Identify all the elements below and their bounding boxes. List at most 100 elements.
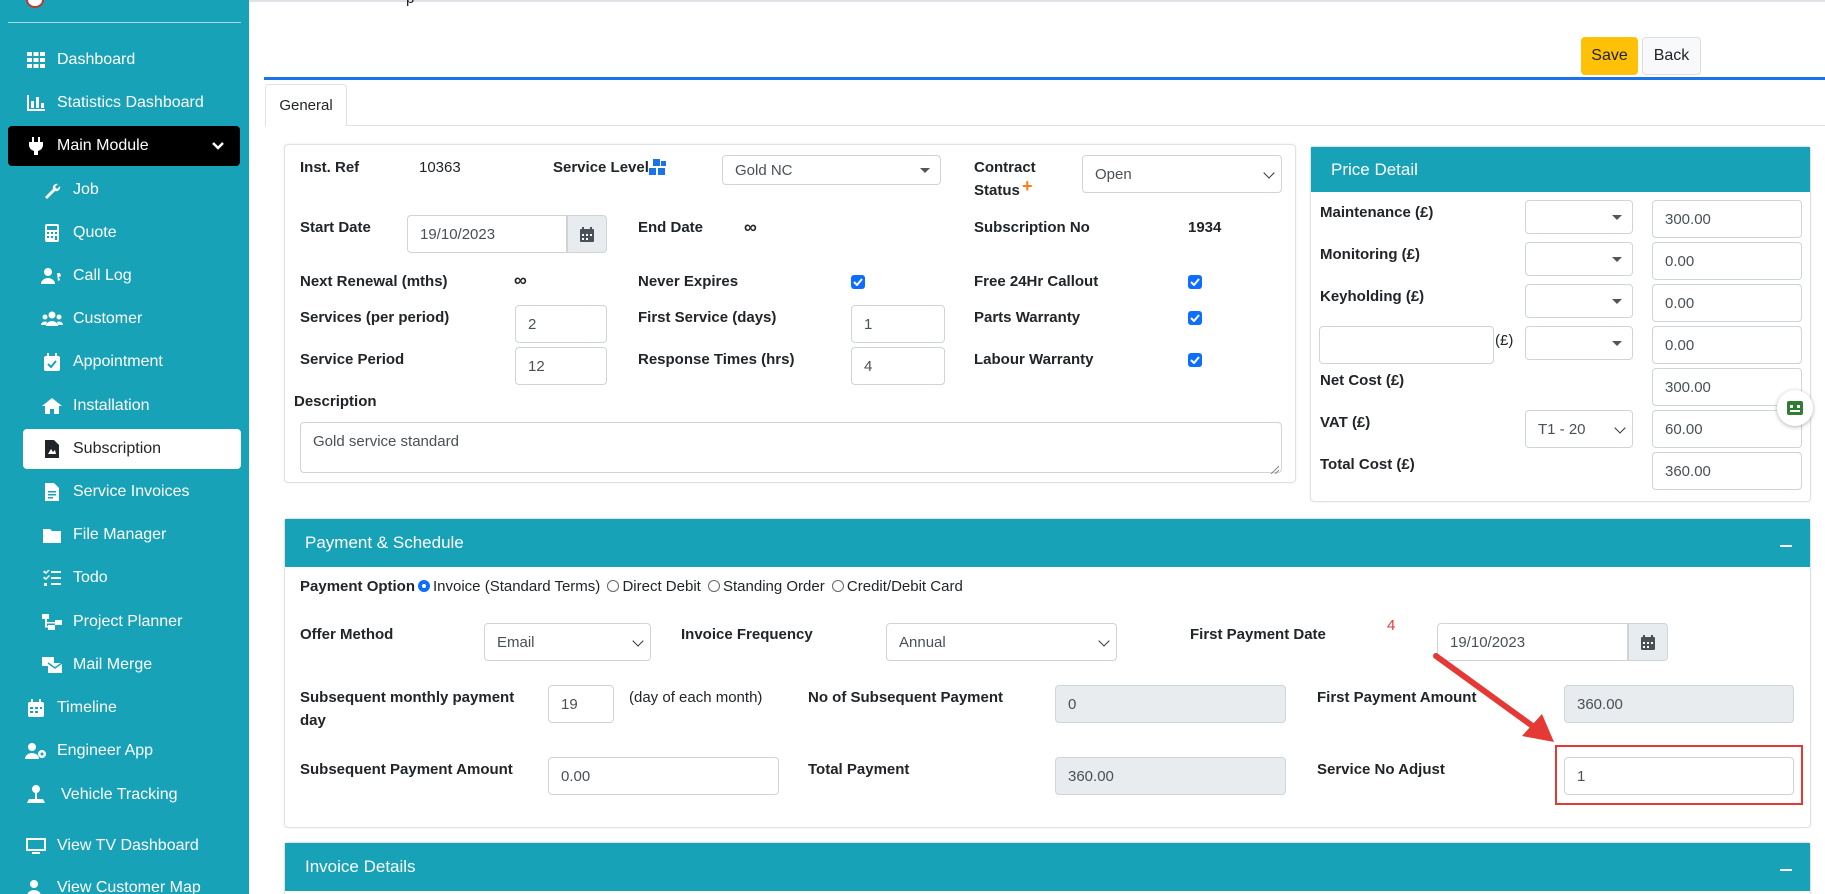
floating-widget-button[interactable] (1777, 390, 1813, 426)
maintenance-select[interactable] (1525, 200, 1633, 234)
save-button[interactable]: Save (1581, 37, 1638, 75)
response-times-input[interactable]: 4 (851, 347, 945, 385)
subsequent-day-hint: (day of each month) (629, 689, 763, 706)
top-border (249, 0, 1825, 2)
invoice-details-title: Invoice Details (305, 857, 416, 876)
widget-icon (1787, 401, 1803, 415)
offer-method-select[interactable]: Email (484, 623, 651, 661)
start-date-calendar-button[interactable] (567, 215, 607, 253)
sidebar-item-project-planner[interactable]: Project Planner (8, 602, 240, 642)
custom-charge-select[interactable] (1525, 326, 1633, 360)
next-renewal-label: Next Renewal (mths) (300, 273, 448, 290)
sidebar-item-quote[interactable]: Quote (8, 213, 240, 253)
tab-general[interactable]: General (265, 84, 347, 126)
custom-charge-name-input[interactable] (1319, 326, 1494, 364)
inst-ref-label: Inst. Ref (300, 159, 360, 176)
sitemap-icon (41, 613, 63, 631)
sidebar-item-view-customer-map[interactable]: View Customer Map (8, 868, 240, 894)
subsequent-day-input[interactable]: 19 (548, 685, 614, 723)
sidebar-item-label: View TV Dashboard (57, 837, 199, 854)
radio-invoice-label: Invoice (Standard Terms) (433, 578, 601, 595)
sidebar-item-label: Call Log (73, 267, 132, 284)
calendar-check-icon (41, 353, 63, 371)
sidebar-item-label: File Manager (73, 526, 167, 543)
calendar-icon (1641, 634, 1655, 650)
radio-credit-debit-card[interactable]: Credit/Debit Card (831, 578, 963, 595)
parts-warranty-checkbox[interactable] (1188, 311, 1202, 325)
sidebar-item-dashboard[interactable]: Dashboard (8, 40, 240, 80)
user-gear-icon (25, 742, 47, 760)
service-level-value: Gold NC (735, 161, 793, 179)
radio-invoice-standard-terms[interactable]: Invoice (Standard Terms) (418, 578, 600, 595)
sidebar-item-mail-merge[interactable]: Mail Merge (8, 645, 240, 685)
keyholding-label: Keyholding (£) (1320, 288, 1425, 305)
sidebar-item-view-tv-dashboard[interactable]: View TV Dashboard (8, 826, 240, 866)
never-expires-checkbox[interactable] (851, 275, 865, 289)
invoice-frequency-value: Annual (899, 633, 946, 651)
sidebar-item-timeline[interactable]: Timeline (8, 688, 240, 728)
description-textarea[interactable]: Gold service standard (300, 422, 1282, 473)
keyholding-select[interactable] (1525, 284, 1633, 318)
service-level-icon[interactable] (649, 159, 667, 179)
monitoring-label: Monitoring (£) (1320, 246, 1420, 263)
resize-handle-icon[interactable] (1269, 461, 1280, 478)
first-payment-date-calendar-button[interactable] (1628, 623, 1668, 661)
document-icon (41, 440, 63, 458)
start-date-input[interactable]: 19/10/2023 (407, 215, 567, 253)
response-times-label: Response Times (hrs) (638, 351, 795, 368)
sidebar-item-label: Vehicle Tracking (61, 786, 178, 803)
never-expires-label: Never Expires (638, 273, 739, 290)
description-label: Description (294, 393, 377, 410)
sidebar-item-subscription[interactable]: Subscription (23, 429, 241, 469)
sidebar-item-main-module[interactable]: Main Module (8, 126, 240, 166)
no-subsequent-payment-input[interactable]: 0 (1055, 685, 1286, 723)
sidebar-item-installation[interactable]: Installation (8, 386, 240, 426)
sidebar-item-engineer-app[interactable]: Engineer App (8, 731, 240, 771)
subsequent-payment-amount-input[interactable]: 0.00 (548, 757, 779, 795)
keyholding-input[interactable]: 0.00 (1652, 284, 1802, 322)
sidebar-item-service-invoices[interactable]: Service Invoices (8, 472, 240, 512)
free-callout-checkbox[interactable] (1188, 275, 1202, 289)
logo[interactable] (26, 0, 44, 8)
sidebar-item-job[interactable]: Job (8, 170, 240, 210)
general-card: Inst. Ref 10363 Service Level Gold NC Co… (284, 144, 1296, 483)
sidebar-item-call-log[interactable]: Call Log (8, 256, 240, 296)
contract-status-select[interactable]: Open (1082, 155, 1282, 193)
labour-warranty-checkbox[interactable] (1188, 353, 1202, 367)
radio-direct-debit[interactable]: Direct Debit (607, 578, 701, 595)
total-cost-input[interactable]: 360.00 (1652, 452, 1802, 490)
invoice-frequency-label: Invoice Frequency (681, 626, 813, 643)
service-period-input[interactable]: 12 (515, 347, 607, 385)
sidebar-item-statistics-dashboard[interactable]: Statistics Dashboard (8, 83, 240, 123)
radio-standing-order[interactable]: Standing Order (708, 578, 825, 595)
back-button[interactable]: Back (1642, 37, 1701, 75)
services-per-period-input[interactable]: 2 (515, 305, 607, 343)
total-payment-input[interactable]: 360.00 (1055, 757, 1286, 795)
sidebar-item-appointment[interactable]: Appointment (8, 342, 240, 382)
vat-code-select[interactable]: T1 - 20 (1525, 410, 1633, 448)
sidebar-item-label: Timeline (57, 699, 117, 716)
home-icon (41, 397, 63, 415)
invoice-frequency-select[interactable]: Annual (886, 623, 1117, 661)
collapse-button[interactable] (1778, 843, 1794, 891)
offer-method-label: Offer Method (300, 626, 394, 643)
sidebar-item-label: Todo (73, 569, 108, 586)
vat-label: VAT (£) (1320, 414, 1371, 431)
monitoring-select[interactable] (1525, 242, 1633, 276)
service-level-select[interactable]: Gold NC (722, 155, 941, 185)
sidebar-item-customer[interactable]: Customer (8, 299, 240, 339)
service-period-label: Service Period (300, 351, 405, 368)
sidebar-item-label: Dashboard (57, 51, 136, 68)
sidebar-item-label: Project Planner (73, 613, 183, 630)
sidebar-item-todo[interactable]: Todo (8, 558, 240, 598)
collapse-button[interactable] (1778, 519, 1794, 567)
first-service-input[interactable]: 1 (851, 305, 945, 343)
sidebar-item-vehicle-tracking[interactable]: Vehicle Tracking (8, 775, 240, 815)
first-payment-amount-input[interactable]: 360.00 (1564, 685, 1794, 723)
sidebar-item-label: View Customer Map (57, 879, 201, 894)
custom-charge-input[interactable]: 0.00 (1652, 326, 1802, 364)
sidebar-item-file-manager[interactable]: File Manager (8, 515, 240, 555)
monitoring-input[interactable]: 0.00 (1652, 242, 1802, 280)
next-renewal-value: ∞ (514, 270, 527, 290)
maintenance-input[interactable]: 300.00 (1652, 200, 1802, 238)
